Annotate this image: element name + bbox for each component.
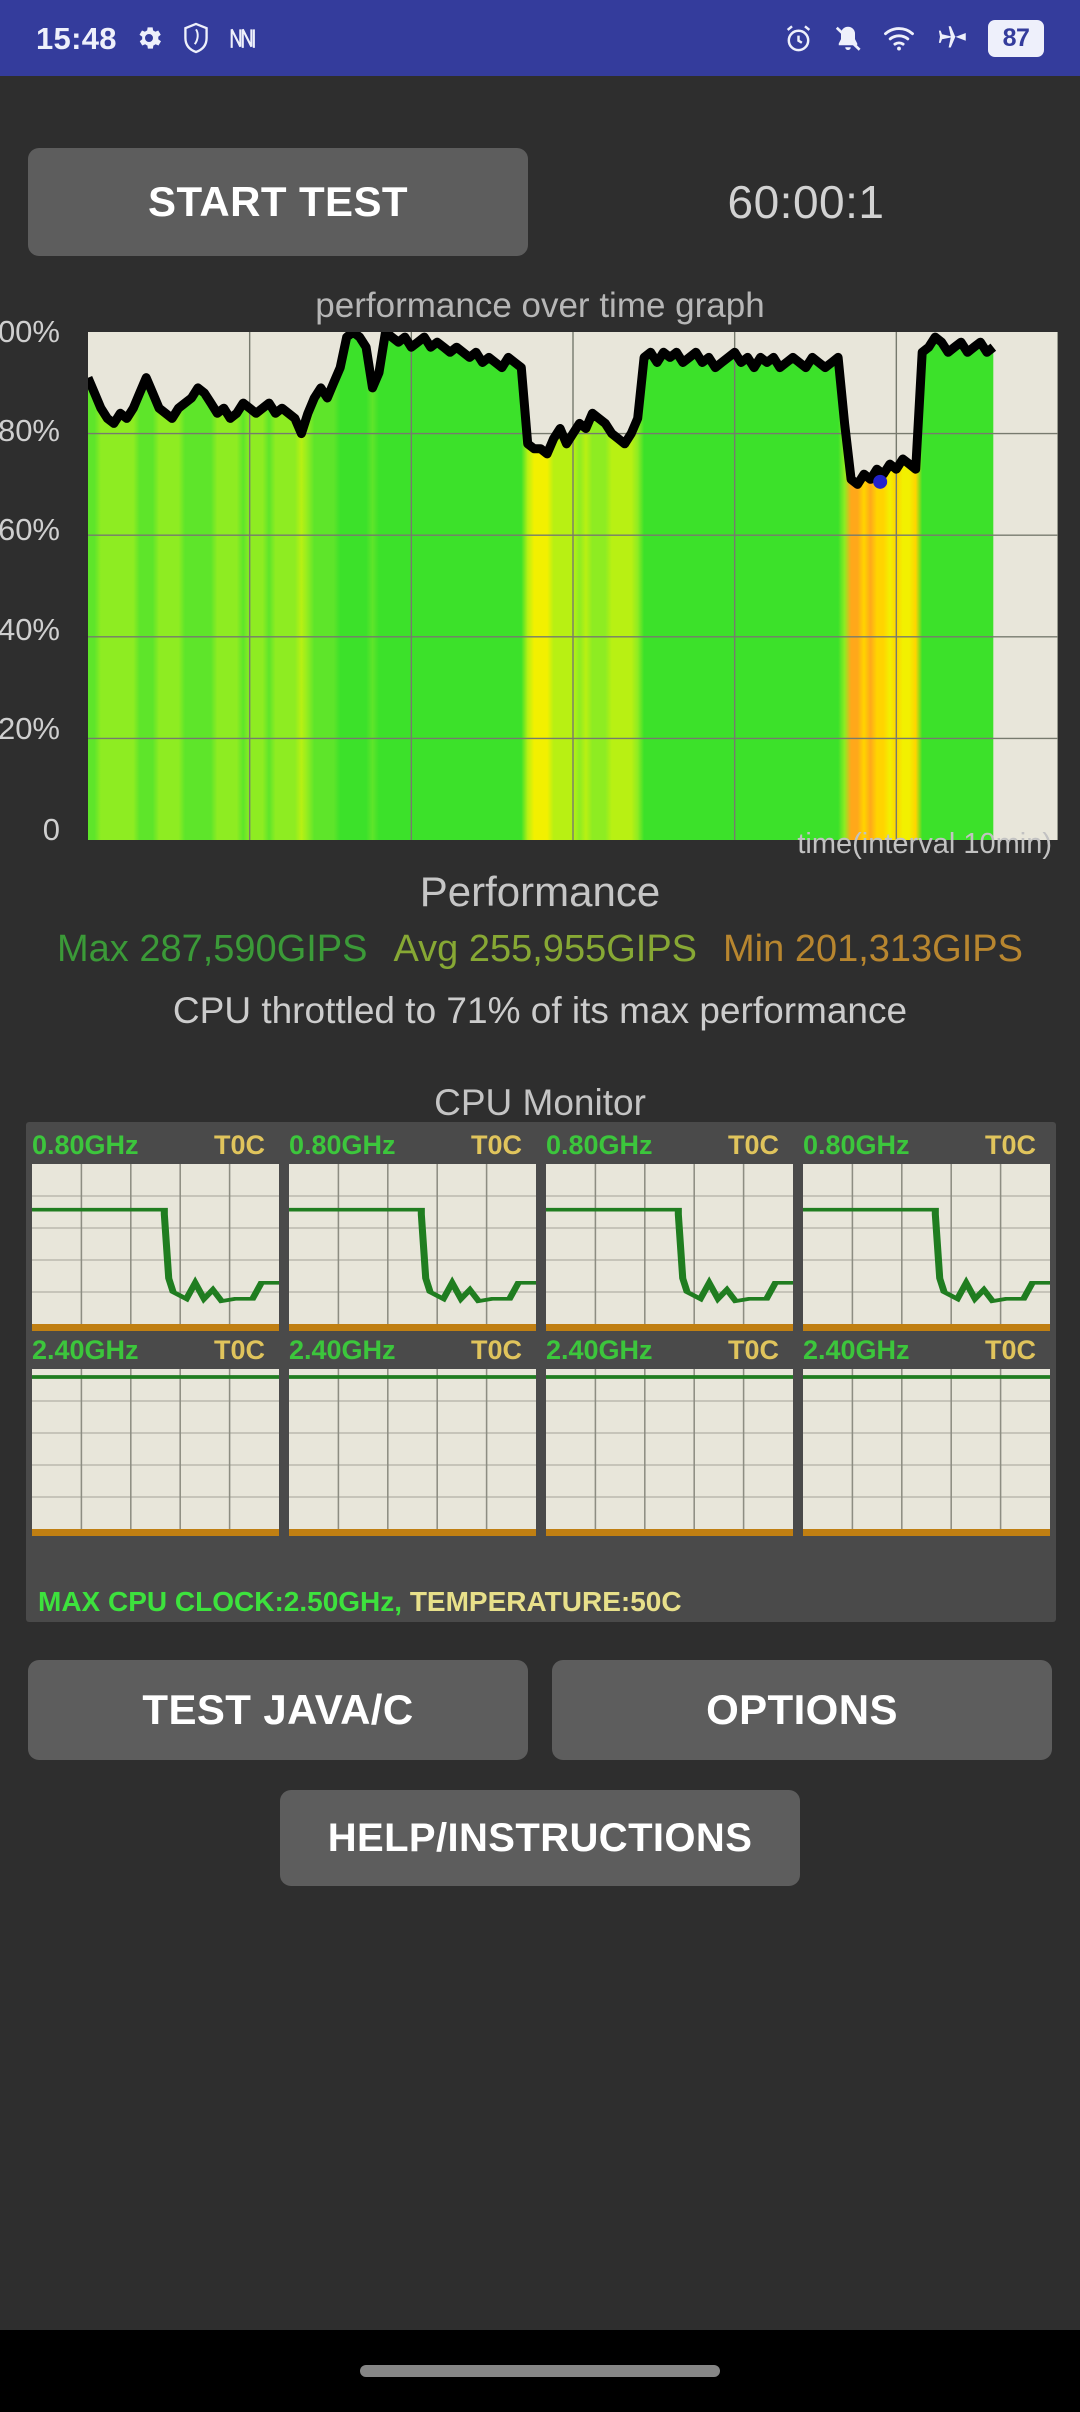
cpu-core-clock: 2.40GHz <box>289 1334 396 1365</box>
cpu-core-graph <box>32 1369 279 1529</box>
cpu-core-clock: 2.40GHz <box>546 1334 653 1365</box>
cpu-core-cell: 0.80GHz T0C <box>289 1126 536 1331</box>
cpu-core-graph <box>803 1369 1050 1529</box>
cpu-core-graph <box>546 1164 793 1324</box>
cpu-temperature-label: TEMPERATURE:50C <box>409 1586 682 1617</box>
performance-chart-x-label: time(interval 10min) <box>797 828 1052 860</box>
performance-stats: Max 287,590GIPS Avg 255,955GIPS Min 201,… <box>0 928 1080 971</box>
cpu-core-graph <box>803 1164 1050 1324</box>
test-java-c-button[interactable]: TEST JAVA/C <box>28 1660 528 1760</box>
test-timer: 60:00:1 <box>727 176 885 228</box>
wifi-icon <box>882 24 916 52</box>
cpu-core-temp: T0C <box>213 1334 265 1365</box>
y-tick-60: 60% <box>0 512 60 547</box>
cpu-monitor-row-bottom: 2.40GHz T0C 2.40GHz T0C 2.40GHz T0C 2.40GHz T0C <box>32 1331 1050 1536</box>
cpu-core-header: 0.80GHz T0C <box>289 1126 536 1164</box>
start-test-button[interactable]: START TEST <box>28 148 528 256</box>
cpu-core-cell: 2.40GHz T0C <box>32 1331 279 1536</box>
airplane-mode-icon <box>935 23 969 53</box>
cpu-core-header: 0.80GHz T0C <box>803 1126 1050 1164</box>
performance-heading: Performance <box>419 868 661 915</box>
cpu-core-temp: T0C <box>727 1334 779 1365</box>
performance-avg: Avg 255,955GIPS <box>393 928 698 970</box>
cpu-core-cell: 2.40GHz T0C <box>289 1331 536 1536</box>
help-instructions-button[interactable]: HELP/INSTRUCTIONS <box>280 1790 800 1886</box>
cpu-core-temp: T0C <box>984 1334 1036 1365</box>
performance-min-marker <box>873 474 888 489</box>
cpu-monitor-footer: MAX CPU CLOCK:2.50GHz, TEMPERATURE:50C <box>38 1586 682 1618</box>
cpu-monitor-row-top: 0.80GHz T0C 0.80GHz T0C 0.80GHz T0C 0.80GHz T0C <box>32 1126 1050 1331</box>
nfc-icon <box>228 23 260 53</box>
cpu-core-divider <box>32 1529 279 1536</box>
cpu-core-temp: T0C <box>470 1129 522 1160</box>
system-navigation-bar <box>0 2330 1080 2412</box>
cpu-core-divider <box>803 1529 1050 1536</box>
cpu-core-cell: 0.80GHz T0C <box>32 1126 279 1331</box>
cpu-core-header: 2.40GHz T0C <box>289 1331 536 1369</box>
performance-plot-area <box>88 332 1058 840</box>
cpu-core-graph <box>289 1369 536 1529</box>
cpu-monitor-heading: CPU Monitor <box>434 1082 646 1123</box>
bell-muted-icon <box>833 23 863 54</box>
cpu-core-clock: 0.80GHz <box>803 1129 910 1160</box>
app-screen: 15:48 87 START TEST 60:00:1 performance … <box>0 0 1080 2412</box>
cpu-core-clock: 2.40GHz <box>32 1334 139 1365</box>
cpu-core-graph <box>32 1164 279 1324</box>
performance-chart-title: performance over time graph <box>315 286 765 325</box>
cpu-core-clock: 0.80GHz <box>32 1129 139 1160</box>
cpu-core-header: 2.40GHz T0C <box>546 1331 793 1369</box>
performance-min: Min 201,313GIPS <box>723 928 1023 970</box>
performance-chart: 100% 80% 60% 40% 20% 0 <box>0 314 1080 847</box>
cpu-core-divider <box>546 1529 793 1536</box>
cpu-core-cell: 2.40GHz T0C <box>546 1331 793 1536</box>
gear-icon <box>134 23 164 53</box>
cpu-core-divider <box>289 1324 536 1331</box>
status-bar-clock: 15:48 <box>36 20 117 56</box>
shield-icon <box>181 22 211 54</box>
cpu-core-temp: T0C <box>470 1334 522 1365</box>
cpu-core-cell: 0.80GHz T0C <box>803 1126 1050 1331</box>
cpu-core-header: 0.80GHz T0C <box>546 1126 793 1164</box>
performance-max: Max 287,590GIPS <box>56 928 368 970</box>
home-gesture-pill[interactable] <box>360 2365 720 2377</box>
y-tick-80: 80% <box>0 413 60 448</box>
cpu-core-temp: T0C <box>727 1129 779 1160</box>
y-tick-40: 40% <box>0 612 60 647</box>
cpu-core-divider <box>803 1324 1050 1331</box>
cpu-core-clock: 2.40GHz <box>803 1334 910 1365</box>
status-bar-left: 15:48 <box>36 22 260 54</box>
cpu-core-clock: 0.80GHz <box>289 1129 396 1160</box>
cpu-core-graph <box>546 1369 793 1529</box>
cpu-core-cell: 0.80GHz T0C <box>546 1126 793 1331</box>
options-button[interactable]: OPTIONS <box>552 1660 1052 1760</box>
cpu-core-temp: T0C <box>213 1129 265 1160</box>
cpu-core-cell: 2.40GHz T0C <box>803 1331 1050 1536</box>
cpu-max-clock-label: MAX CPU CLOCK:2.50GHz, <box>38 1586 403 1617</box>
cpu-monitor-panel: 0.80GHz T0C 0.80GHz T0C 0.80GHz T0C 0.80GHz T0C… <box>26 1122 1056 1622</box>
y-tick-100: 100% <box>0 314 60 349</box>
cpu-core-divider <box>289 1529 536 1536</box>
cpu-core-graph <box>289 1164 536 1324</box>
cpu-core-header: 0.80GHz T0C <box>32 1126 279 1164</box>
throttle-status-text: CPU throttled to 71% of its max performa… <box>172 990 908 1031</box>
alarm-icon <box>783 23 814 54</box>
status-bar: 15:48 87 <box>0 0 1080 76</box>
cpu-core-divider <box>32 1324 279 1331</box>
performance-plot-svg <box>88 332 1058 840</box>
battery-indicator: 87 <box>988 19 1044 57</box>
cpu-core-header: 2.40GHz T0C <box>32 1331 279 1369</box>
y-tick-20: 20% <box>0 711 60 746</box>
status-bar-right: 87 <box>783 19 1044 57</box>
cpu-core-divider <box>546 1324 793 1331</box>
cpu-core-temp: T0C <box>984 1129 1036 1160</box>
cpu-core-clock: 0.80GHz <box>546 1129 653 1160</box>
cpu-core-header: 2.40GHz T0C <box>803 1331 1050 1369</box>
